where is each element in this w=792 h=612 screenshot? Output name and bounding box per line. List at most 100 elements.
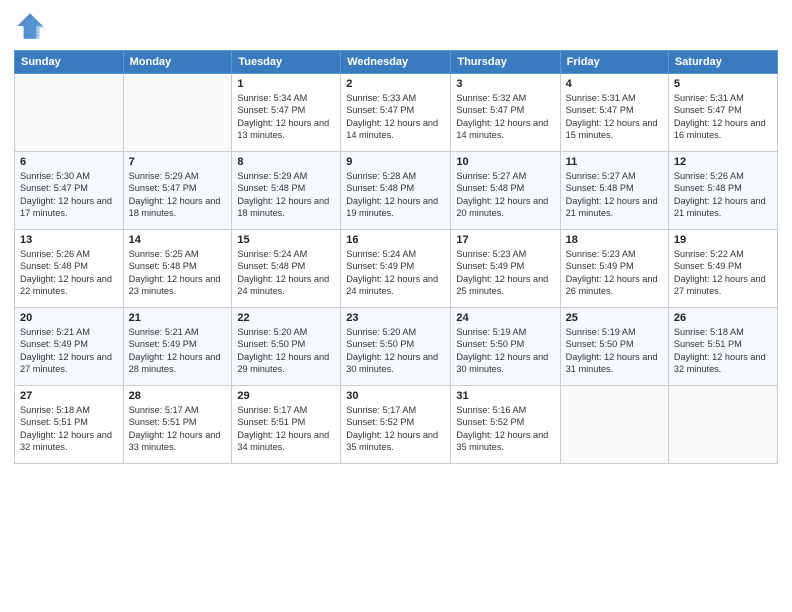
day-number: 6 [20,156,118,168]
day-info: Sunrise: 5:17 AM Sunset: 5:51 PM Dayligh… [129,404,227,454]
day-number: 17 [456,234,554,246]
calendar-day-cell: 6Sunrise: 5:30 AM Sunset: 5:47 PM Daylig… [15,152,124,230]
calendar-week-row: 20 Sunrise: 5:21 AM Sunset: 5:49 PM Dayli… [15,308,778,386]
calendar-day-cell: 10 Sunrise: 5:27 AM Sunset: 5:48 PM Dayli… [451,152,560,230]
page: SundayMondayTuesdayWednesdayThursdayFrid… [0,0,792,612]
calendar-week-row: 27Sunrise: 5:18 AM Sunset: 5:51 PM Dayli… [15,386,778,464]
day-number: 8 [237,156,335,168]
header [14,10,778,42]
calendar-day-cell: 23 Sunrise: 5:20 AM Sunset: 5:50 PM Dayli… [341,308,451,386]
day-info: Sunrise: 5:27 AM Sunset: 5:48 PM Dayligh… [566,170,663,220]
calendar-day-cell: 17 Sunrise: 5:23 AM Sunset: 5:49 PM Dayli… [451,230,560,308]
calendar-week-row: 6Sunrise: 5:30 AM Sunset: 5:47 PM Daylig… [15,152,778,230]
day-number: 14 [129,234,227,246]
calendar-day-cell: 25Sunrise: 5:19 AM Sunset: 5:50 PM Dayli… [560,308,668,386]
day-info: Sunrise: 5:20 AM Sunset: 5:50 PM Dayligh… [346,326,445,376]
day-info: Sunrise: 5:22 AM Sunset: 5:49 PM Dayligh… [674,248,772,298]
day-number: 18 [566,234,663,246]
day-info: Sunrise: 5:17 AM Sunset: 5:52 PM Dayligh… [346,404,445,454]
day-number: 11 [566,156,663,168]
day-info: Sunrise: 5:19 AM Sunset: 5:50 PM Dayligh… [456,326,554,376]
calendar-day-cell: 21 Sunrise: 5:21 AM Sunset: 5:49 PM Dayli… [123,308,232,386]
day-info: Sunrise: 5:23 AM Sunset: 5:49 PM Dayligh… [456,248,554,298]
calendar-day-cell: 12 Sunrise: 5:26 AM Sunset: 5:48 PM Dayli… [668,152,777,230]
day-info: Sunrise: 5:24 AM Sunset: 5:48 PM Dayligh… [237,248,335,298]
day-info: Sunrise: 5:18 AM Sunset: 5:51 PM Dayligh… [20,404,118,454]
calendar-day-header: Thursday [451,51,560,74]
calendar-day-cell: 31Sunrise: 5:16 AM Sunset: 5:52 PM Dayli… [451,386,560,464]
calendar-day-cell: 5Sunrise: 5:31 AM Sunset: 5:47 PM Daylig… [668,74,777,152]
calendar-day-cell [668,386,777,464]
calendar-day-header: Tuesday [232,51,341,74]
day-number: 15 [237,234,335,246]
day-info: Sunrise: 5:26 AM Sunset: 5:48 PM Dayligh… [674,170,772,220]
day-info: Sunrise: 5:25 AM Sunset: 5:48 PM Dayligh… [129,248,227,298]
day-number: 13 [20,234,118,246]
day-number: 12 [674,156,772,168]
day-info: Sunrise: 5:16 AM Sunset: 5:52 PM Dayligh… [456,404,554,454]
calendar-day-cell: 7Sunrise: 5:29 AM Sunset: 5:47 PM Daylig… [123,152,232,230]
day-info: Sunrise: 5:18 AM Sunset: 5:51 PM Dayligh… [674,326,772,376]
day-info: Sunrise: 5:26 AM Sunset: 5:48 PM Dayligh… [20,248,118,298]
calendar-day-cell: 9Sunrise: 5:28 AM Sunset: 5:48 PM Daylig… [341,152,451,230]
calendar-day-cell: 30 Sunrise: 5:17 AM Sunset: 5:52 PM Dayli… [341,386,451,464]
day-number: 3 [456,78,554,90]
calendar-day-cell: 19 Sunrise: 5:22 AM Sunset: 5:49 PM Dayli… [668,230,777,308]
calendar-day-cell: 27Sunrise: 5:18 AM Sunset: 5:51 PM Dayli… [15,386,124,464]
calendar-header-row: SundayMondayTuesdayWednesdayThursdayFrid… [15,51,778,74]
day-info: Sunrise: 5:32 AM Sunset: 5:47 PM Dayligh… [456,92,554,142]
day-number: 21 [129,312,227,324]
calendar-day-cell: 2 Sunrise: 5:33 AM Sunset: 5:47 PM Daylig… [341,74,451,152]
calendar-day-cell: 16 Sunrise: 5:24 AM Sunset: 5:49 PM Dayli… [341,230,451,308]
calendar-week-row: 13 Sunrise: 5:26 AM Sunset: 5:48 PM Dayli… [15,230,778,308]
day-number: 28 [129,390,227,402]
logo-icon [14,10,46,42]
day-number: 16 [346,234,445,246]
day-number: 20 [20,312,118,324]
calendar-day-cell: 20 Sunrise: 5:21 AM Sunset: 5:49 PM Dayli… [15,308,124,386]
calendar-day-cell: 1 Sunrise: 5:34 AM Sunset: 5:47 PM Daylig… [232,74,341,152]
calendar-day-cell: 24Sunrise: 5:19 AM Sunset: 5:50 PM Dayli… [451,308,560,386]
day-info: Sunrise: 5:23 AM Sunset: 5:49 PM Dayligh… [566,248,663,298]
day-info: Sunrise: 5:34 AM Sunset: 5:47 PM Dayligh… [237,92,335,142]
calendar-day-header: Saturday [668,51,777,74]
day-info: Sunrise: 5:31 AM Sunset: 5:47 PM Dayligh… [674,92,772,142]
day-info: Sunrise: 5:21 AM Sunset: 5:49 PM Dayligh… [129,326,227,376]
day-info: Sunrise: 5:27 AM Sunset: 5:48 PM Dayligh… [456,170,554,220]
calendar-day-cell: 13 Sunrise: 5:26 AM Sunset: 5:48 PM Dayli… [15,230,124,308]
calendar-day-cell: 15 Sunrise: 5:24 AM Sunset: 5:48 PM Dayli… [232,230,341,308]
day-info: Sunrise: 5:31 AM Sunset: 5:47 PM Dayligh… [566,92,663,142]
day-number: 4 [566,78,663,90]
calendar-day-header: Wednesday [341,51,451,74]
day-info: Sunrise: 5:17 AM Sunset: 5:51 PM Dayligh… [237,404,335,454]
day-info: Sunrise: 5:20 AM Sunset: 5:50 PM Dayligh… [237,326,335,376]
calendar-day-cell: 22 Sunrise: 5:20 AM Sunset: 5:50 PM Dayli… [232,308,341,386]
day-number: 1 [237,78,335,90]
calendar-day-cell: 4 Sunrise: 5:31 AM Sunset: 5:47 PM Daylig… [560,74,668,152]
calendar-day-cell: 8 Sunrise: 5:29 AM Sunset: 5:48 PM Daylig… [232,152,341,230]
day-info: Sunrise: 5:29 AM Sunset: 5:47 PM Dayligh… [129,170,227,220]
day-number: 29 [237,390,335,402]
day-number: 2 [346,78,445,90]
calendar-day-cell: 11 Sunrise: 5:27 AM Sunset: 5:48 PM Dayli… [560,152,668,230]
day-number: 19 [674,234,772,246]
day-number: 22 [237,312,335,324]
calendar-day-header: Sunday [15,51,124,74]
day-number: 30 [346,390,445,402]
calendar-day-cell [123,74,232,152]
day-info: Sunrise: 5:33 AM Sunset: 5:47 PM Dayligh… [346,92,445,142]
day-number: 23 [346,312,445,324]
logo [14,10,50,42]
calendar-day-cell: 18 Sunrise: 5:23 AM Sunset: 5:49 PM Dayli… [560,230,668,308]
calendar-day-cell: 26Sunrise: 5:18 AM Sunset: 5:51 PM Dayli… [668,308,777,386]
day-info: Sunrise: 5:24 AM Sunset: 5:49 PM Dayligh… [346,248,445,298]
day-number: 10 [456,156,554,168]
calendar-day-cell [15,74,124,152]
calendar-table: SundayMondayTuesdayWednesdayThursdayFrid… [14,50,778,464]
day-info: Sunrise: 5:21 AM Sunset: 5:49 PM Dayligh… [20,326,118,376]
day-info: Sunrise: 5:19 AM Sunset: 5:50 PM Dayligh… [566,326,663,376]
calendar-day-cell: 29 Sunrise: 5:17 AM Sunset: 5:51 PM Dayli… [232,386,341,464]
calendar-day-header: Monday [123,51,232,74]
day-info: Sunrise: 5:29 AM Sunset: 5:48 PM Dayligh… [237,170,335,220]
calendar-day-cell: 14 Sunrise: 5:25 AM Sunset: 5:48 PM Dayli… [123,230,232,308]
